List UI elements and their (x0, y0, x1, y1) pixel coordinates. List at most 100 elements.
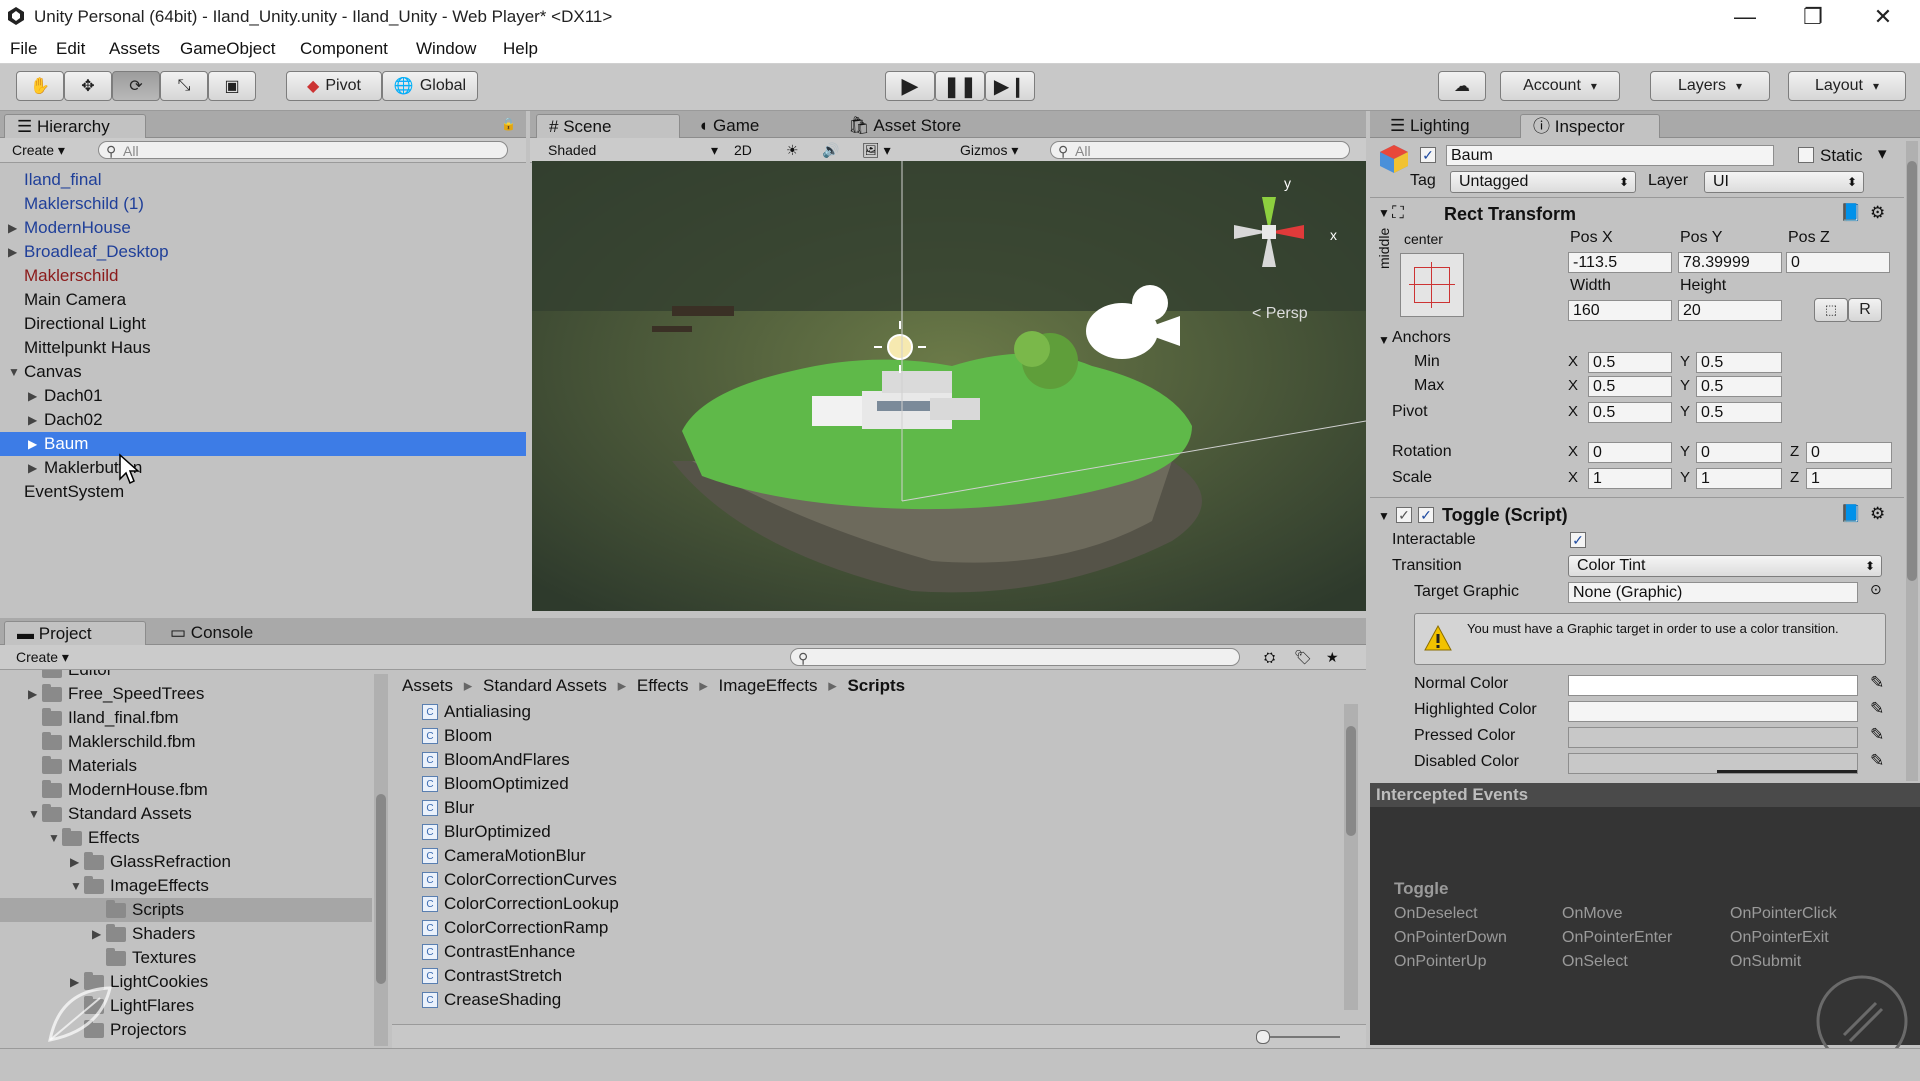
filter-type-icon[interactable]: ⛭ (1264, 648, 1275, 666)
star-icon[interactable]: ★ (1326, 648, 1339, 666)
image-effects-icon[interactable]: 🖼 ▾ (862, 141, 891, 159)
menu-component[interactable]: Component (300, 39, 388, 59)
expand-arrow-icon[interactable]: ▶ (28, 432, 37, 456)
list-item[interactable]: C BloomOptimized (422, 772, 569, 796)
collapse-arrow-icon[interactable]: ▼ (1378, 206, 1390, 220)
hierarchy-item[interactable]: ▶ ModernHouse (0, 216, 526, 240)
posx-field[interactable]: -113.5 (1568, 252, 1672, 273)
menu-assets[interactable]: Assets (109, 39, 160, 59)
perspective-label[interactable]: < Persp (1252, 305, 1308, 323)
list-item[interactable]: C Antialiasing (422, 700, 531, 724)
hierarchy-item-selected[interactable]: ▶ Baum (0, 432, 526, 456)
gizmos-dropdown[interactable]: Gizmos ▾ (960, 141, 1018, 159)
layer-dropdown[interactable]: UI (1704, 171, 1864, 193)
list-item[interactable]: C ColorCorrectionLookup (422, 892, 619, 916)
pivot-x-field[interactable]: 0.5 (1588, 402, 1672, 423)
interactable-checkbox[interactable]: ✓ (1570, 532, 1586, 548)
collapse-arrow-icon[interactable]: ▼ (1378, 509, 1390, 523)
collapse-arrow-icon[interactable]: ▼ (1378, 333, 1390, 347)
list-item[interactable]: C Bloom (422, 724, 492, 748)
label-icon[interactable]: 🏷 (1294, 648, 1312, 666)
list-item[interactable]: C CameraMotionBlur (422, 844, 586, 868)
tag-dropdown[interactable]: Untagged (1450, 171, 1636, 193)
icon-size-slider-handle[interactable] (1256, 1030, 1270, 1044)
hierarchy-item[interactable]: ▼ Canvas (0, 360, 526, 384)
menu-window[interactable]: Window (416, 39, 476, 59)
scene-viewport[interactable]: y x < Persp (532, 161, 1366, 611)
scene-search-input[interactable]: ⚲ All (1050, 141, 1350, 159)
audio-icon[interactable]: 🔊 (822, 141, 839, 159)
height-field[interactable]: 20 (1678, 300, 1782, 321)
orientation-gizmo-icon[interactable] (1214, 177, 1324, 287)
global-button[interactable]: 🌐 Global (382, 71, 478, 101)
list-item[interactable]: C BloomAndFlares (422, 748, 570, 772)
hierarchy-item[interactable]: Mittelpunkt Haus (0, 336, 526, 360)
list-item[interactable]: C ColorCorrectionRamp (422, 916, 608, 940)
scale-z-field[interactable]: 1 (1806, 468, 1892, 489)
list-item[interactable]: C ContrastEnhance (422, 940, 575, 964)
menu-edit[interactable]: Edit (56, 39, 85, 59)
tab-lighting[interactable]: ☰ Lighting (1378, 114, 1482, 138)
static-dropdown-icon[interactable]: ▾ (1878, 144, 1887, 164)
lock-icon[interactable]: 🔒 (501, 117, 516, 131)
tab-asset-store[interactable]: 🛍 Asset Store (836, 114, 973, 138)
hierarchy-item[interactable]: Directional Light (0, 312, 526, 336)
hierarchy-item[interactable]: ▶ Dach02 (0, 408, 526, 432)
step-button[interactable]: ▶❙ (985, 71, 1035, 101)
menu-file[interactable]: File (10, 39, 37, 59)
maximize-button[interactable]: ❐ (1780, 0, 1846, 34)
highlighted-color-field[interactable] (1568, 701, 1858, 722)
menu-gameobject[interactable]: GameObject (180, 39, 275, 59)
tab-console[interactable]: ▭ Console (158, 621, 265, 645)
expand-arrow-icon[interactable]: ▶ (28, 456, 37, 480)
hierarchy-create-button[interactable]: Create ▾ (12, 141, 65, 159)
posy-field[interactable]: 78.39999 (1678, 252, 1782, 273)
layout-dropdown[interactable]: Layout (1788, 71, 1906, 101)
list-scrollbar-thumb[interactable] (1346, 726, 1356, 836)
breadcrumb-item[interactable]: Standard Assets (483, 676, 607, 695)
breadcrumb-item[interactable]: Effects (637, 676, 689, 695)
posz-field[interactable]: 0 (1786, 252, 1890, 273)
tab-game[interactable]: ◖ Game (686, 114, 771, 138)
expand-arrow-icon[interactable]: ▶ (8, 240, 17, 264)
static-checkbox[interactable] (1798, 147, 1814, 163)
component-gear-icon[interactable]: ⚙ (1870, 203, 1885, 223)
rotation-x-field[interactable]: 0 (1588, 442, 1672, 463)
width-field[interactable]: 160 (1568, 300, 1672, 321)
hierarchy-item[interactable]: Main Camera (0, 288, 526, 312)
pause-button[interactable]: ❚❚ (935, 71, 985, 101)
scale-tool-button[interactable]: ⤡ (160, 71, 208, 101)
hierarchy-item[interactable]: Maklerschild (1) (0, 192, 526, 216)
expand-arrow-icon[interactable]: ▶ (28, 384, 37, 408)
tab-hierarchy[interactable]: ☰ Hierarchy (4, 114, 146, 138)
2d-toggle[interactable]: 2D (734, 141, 752, 159)
anchor-max-y-field[interactable]: 0.5 (1696, 376, 1782, 397)
account-dropdown[interactable]: Account (1500, 71, 1620, 101)
project-search-input[interactable]: ⚲ (790, 648, 1240, 666)
hand-tool-button[interactable]: ✋ (16, 71, 64, 101)
list-item[interactable]: C ContrastStretch (422, 964, 562, 988)
hierarchy-search-input[interactable]: ⚲ All (98, 141, 508, 159)
anchor-presets-button[interactable] (1400, 253, 1464, 317)
inspector-scrollbar[interactable] (1906, 141, 1918, 781)
expanded-arrow-icon[interactable]: ▼ (8, 360, 20, 384)
layers-dropdown[interactable]: Layers (1650, 71, 1770, 101)
target-graphic-field[interactable]: None (Graphic) (1568, 582, 1858, 603)
hierarchy-item[interactable]: ▶ Dach01 (0, 384, 526, 408)
menu-help[interactable]: Help (503, 39, 538, 59)
breadcrumb-item[interactable]: ImageEffects (719, 676, 818, 695)
toggle-enabled-checkbox[interactable]: ✓ (1418, 507, 1434, 523)
eyedropper-icon[interactable]: ✎ (1870, 751, 1884, 771)
rotate-tool-button[interactable]: ⟳ (112, 71, 160, 101)
hierarchy-item[interactable]: Maklerschild (0, 264, 526, 288)
hierarchy-item[interactable]: ▶ Maklerbutton (0, 456, 526, 480)
folder-item[interactable]: Editor (0, 670, 372, 682)
object-name-field[interactable]: Baum (1446, 145, 1774, 166)
tab-project[interactable]: ▬ Project (4, 621, 146, 645)
move-tool-button[interactable]: ✥ (64, 71, 112, 101)
hierarchy-item[interactable]: EventSystem (0, 480, 526, 504)
pivot-button[interactable]: ◆ Pivot (286, 71, 382, 101)
component-gear-icon[interactable]: ⚙ (1870, 504, 1885, 524)
list-item[interactable]: C BlurOptimized (422, 820, 551, 844)
breadcrumb-item[interactable]: Assets (402, 676, 453, 695)
